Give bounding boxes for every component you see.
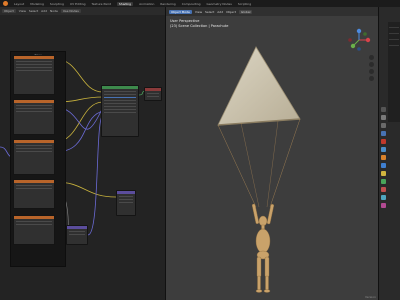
tab-sculpting[interactable]: Sculpting	[50, 2, 64, 6]
material-output-node[interactable]	[144, 87, 162, 101]
tab-shading[interactable]: Shading	[116, 1, 134, 6]
principled-bsdf-node[interactable]	[101, 85, 139, 137]
outliner-row	[389, 27, 399, 28]
outliner-strip	[388, 22, 400, 122]
pan-hand-icon[interactable]	[369, 62, 374, 67]
object-tab-icon[interactable]	[381, 155, 386, 160]
image-texture-node[interactable]	[13, 99, 55, 135]
outliner-row	[389, 39, 399, 40]
tab-compositing[interactable]: Compositing	[182, 2, 201, 6]
output-tab-icon[interactable]	[381, 123, 386, 128]
object-mode-dropdown[interactable]: Object Mode	[169, 9, 192, 14]
particles-tab-icon[interactable]	[381, 171, 386, 176]
mapping-node[interactable]	[66, 225, 88, 245]
outliner-row	[389, 33, 399, 34]
material-tab-icon[interactable]	[381, 203, 386, 208]
grid-icon[interactable]	[369, 76, 374, 81]
tab-modeling[interactable]: Modeling	[30, 2, 44, 6]
status-text: Version	[364, 295, 376, 299]
tab-animation[interactable]: Animation	[139, 2, 154, 6]
modifier-tab-icon[interactable]	[381, 163, 386, 168]
view-layer-tab-icon[interactable]	[381, 131, 386, 136]
image-texture-node[interactable]	[13, 55, 55, 95]
image-texture-node[interactable]	[13, 179, 55, 209]
tab-geometry-nodes[interactable]: Geometry Nodes	[207, 2, 232, 6]
transform-orientation-dropdown[interactable]: Global	[238, 9, 253, 14]
active-object-info: (23) Scene Collection | Parachute	[170, 24, 229, 28]
viewport-header: Object Mode View Select Add Object Globa…	[166, 7, 378, 16]
image-texture-node[interactable]	[13, 215, 55, 245]
tool-tab-icon[interactable]	[381, 107, 386, 112]
zoom-icon[interactable]	[369, 55, 374, 60]
menu-object[interactable]: Object	[226, 10, 236, 14]
tab-texture-paint[interactable]: Texture Paint	[92, 2, 111, 6]
blender-logo-icon[interactable]	[3, 1, 8, 6]
menu-add[interactable]: Add	[217, 10, 223, 14]
render-tab-icon[interactable]	[381, 115, 386, 120]
tab-rendering[interactable]: Rendering	[160, 2, 175, 6]
navigation-gizmo-icon[interactable]	[346, 27, 372, 53]
shader-node-editor[interactable]: Object View Select Add Node Use Nodes Ti…	[0, 7, 166, 300]
constraints-tab-icon[interactable]	[381, 187, 386, 192]
camera-icon[interactable]	[369, 69, 374, 74]
world-tab-icon[interactable]	[381, 147, 386, 152]
data-tab-icon[interactable]	[381, 195, 386, 200]
image-texture-node[interactable]	[13, 139, 55, 175]
menu-view[interactable]: View	[195, 10, 202, 14]
scene-tab-icon[interactable]	[381, 139, 386, 144]
normal-map-node[interactable]	[116, 190, 136, 216]
physics-tab-icon[interactable]	[381, 179, 386, 184]
outliner-row	[389, 45, 399, 46]
viewport-info-overlay: User Perspective (23) Scene Collection |…	[170, 19, 228, 29]
properties-panel[interactable]	[378, 7, 400, 300]
tab-layout[interactable]: Layout	[14, 2, 24, 6]
viewport-nav-buttons	[369, 55, 374, 83]
tab-uv-editing[interactable]: UV Editing	[70, 2, 86, 6]
top-bar: Layout Modeling Sculpting UV Editing Tex…	[0, 0, 400, 7]
menu-select[interactable]: Select	[205, 10, 214, 14]
3d-viewport[interactable]: Object Mode View Select Add Object Globa…	[166, 7, 378, 300]
tab-scripting[interactable]: Scripting	[238, 2, 251, 6]
